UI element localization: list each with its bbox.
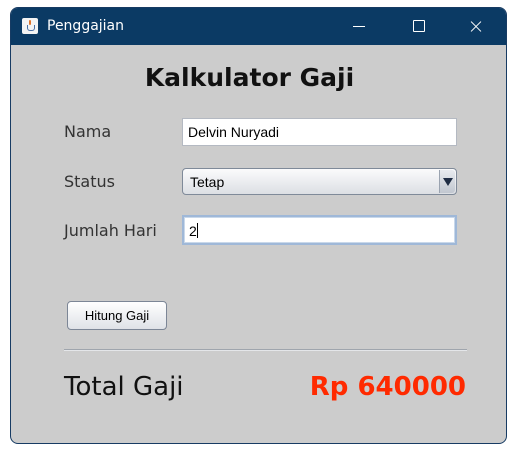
nama-field-value: Delvin Nuryadi: [188, 124, 280, 140]
status-label: Status: [64, 172, 115, 191]
status-select[interactable]: Tetap: [182, 168, 457, 195]
total-gaji-value: Rp 640000: [309, 372, 466, 402]
jumlah-hari-value: 2: [189, 223, 197, 239]
minimize-icon[interactable]: [337, 8, 383, 45]
title-bar[interactable]: Penggajian: [11, 8, 506, 45]
nama-label: Nama: [64, 122, 112, 141]
status-selected-value: Tetap: [190, 174, 225, 190]
close-icon[interactable]: [453, 8, 499, 45]
jumlah-hari-label: Jumlah Hari: [64, 221, 157, 240]
hitung-gaji-button[interactable]: Hitung Gaji: [67, 301, 167, 330]
jumlah-hari-field[interactable]: 2: [182, 215, 457, 245]
app-window: Penggajian Kalkulator Gaji Nama Delvin N…: [10, 7, 507, 444]
divider: [64, 349, 467, 351]
maximize-icon[interactable]: [395, 8, 441, 45]
total-gaji-label: Total Gaji: [64, 372, 184, 402]
text-caret: [196, 223, 198, 238]
chevron-down-icon[interactable]: [439, 170, 455, 193]
page-title: Kalkulator Gaji: [144, 63, 355, 92]
nama-field[interactable]: Delvin Nuryadi: [182, 118, 457, 146]
java-cup-icon: [22, 18, 38, 34]
window-title: Penggajian: [47, 18, 125, 34]
